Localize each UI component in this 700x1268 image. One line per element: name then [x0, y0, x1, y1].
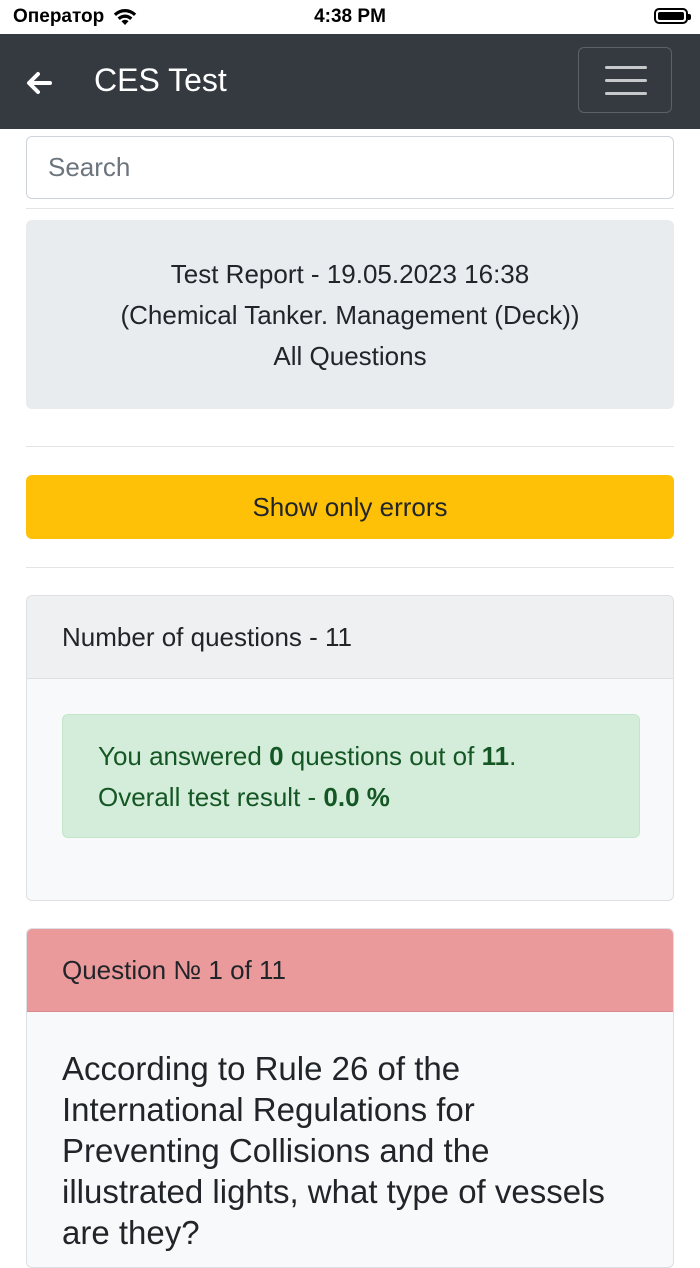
navbar: CES Test: [0, 34, 700, 129]
result-alert: You answered 0 questions out of 11. Over…: [62, 714, 640, 838]
report-filter: All Questions: [273, 341, 427, 371]
result-prefix: Overall test result -: [98, 782, 324, 812]
summary-card: Number of questions - 11 You answered 0 …: [26, 595, 674, 901]
search-input[interactable]: [26, 136, 674, 199]
status-time: 4:38 PM: [314, 6, 386, 27]
answered-line: You answered 0 questions out of 11.: [98, 736, 604, 777]
status-bar: Оператор 4:38 PM: [0, 0, 700, 34]
status-right: [654, 8, 691, 24]
divider: [26, 567, 674, 568]
question-text: According to Rule 26 of the Internationa…: [62, 1050, 605, 1251]
result-line: Overall test result - 0.0 %: [98, 777, 604, 818]
answered-prefix: You answered: [98, 741, 270, 771]
result-value: 0.0 %: [323, 782, 390, 812]
report-info-box: Test Report - 19.05.2023 16:38 (Chemical…: [26, 220, 674, 409]
page-title: CES Test: [94, 62, 227, 98]
answered-suffix: .: [509, 741, 517, 771]
show-only-errors-button[interactable]: Show only errors: [26, 475, 674, 539]
question-count-header: Number of questions - 11: [27, 596, 673, 679]
divider: [26, 208, 674, 209]
report-category: (Chemical Tanker. Management (Deck)): [120, 300, 580, 330]
question-card: Question № 1 of 11 According to Rule 26 …: [26, 928, 674, 1268]
answered-count: 0: [269, 741, 284, 771]
battery-icon: [654, 8, 691, 24]
report-title: Test Report - 19.05.2023 16:38: [170, 259, 530, 289]
question-header: Question № 1 of 11: [27, 929, 673, 1012]
total-count: 11: [481, 741, 510, 771]
answered-middle: questions out of: [283, 741, 482, 771]
divider: [26, 446, 674, 447]
menu-button[interactable]: [578, 47, 672, 113]
arrow-left-icon[interactable]: [22, 66, 56, 100]
